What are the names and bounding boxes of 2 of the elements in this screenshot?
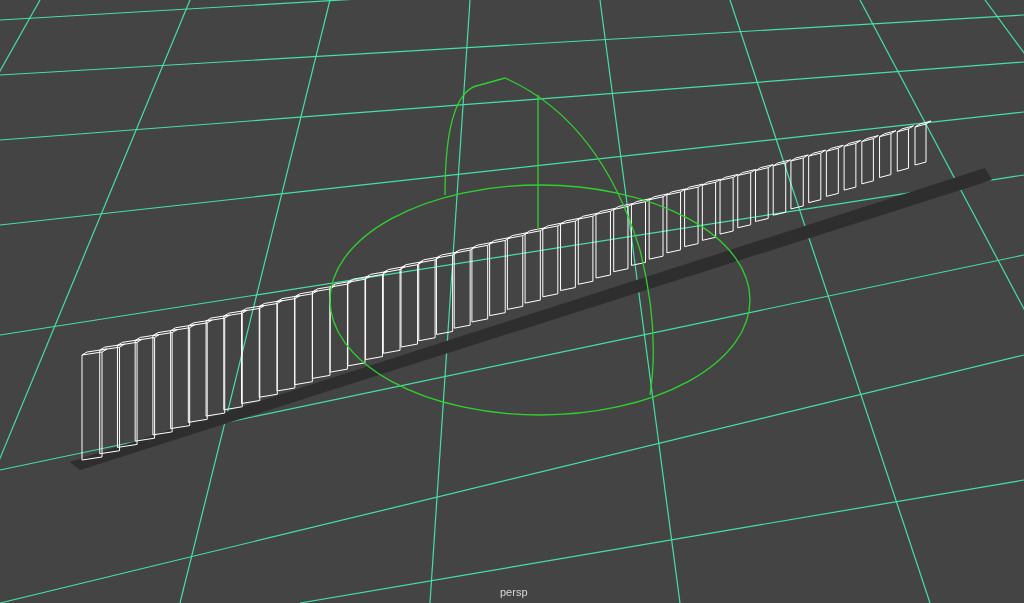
viewport[interactable]: persp bbox=[0, 0, 1024, 603]
camera-label: persp bbox=[500, 585, 528, 600]
